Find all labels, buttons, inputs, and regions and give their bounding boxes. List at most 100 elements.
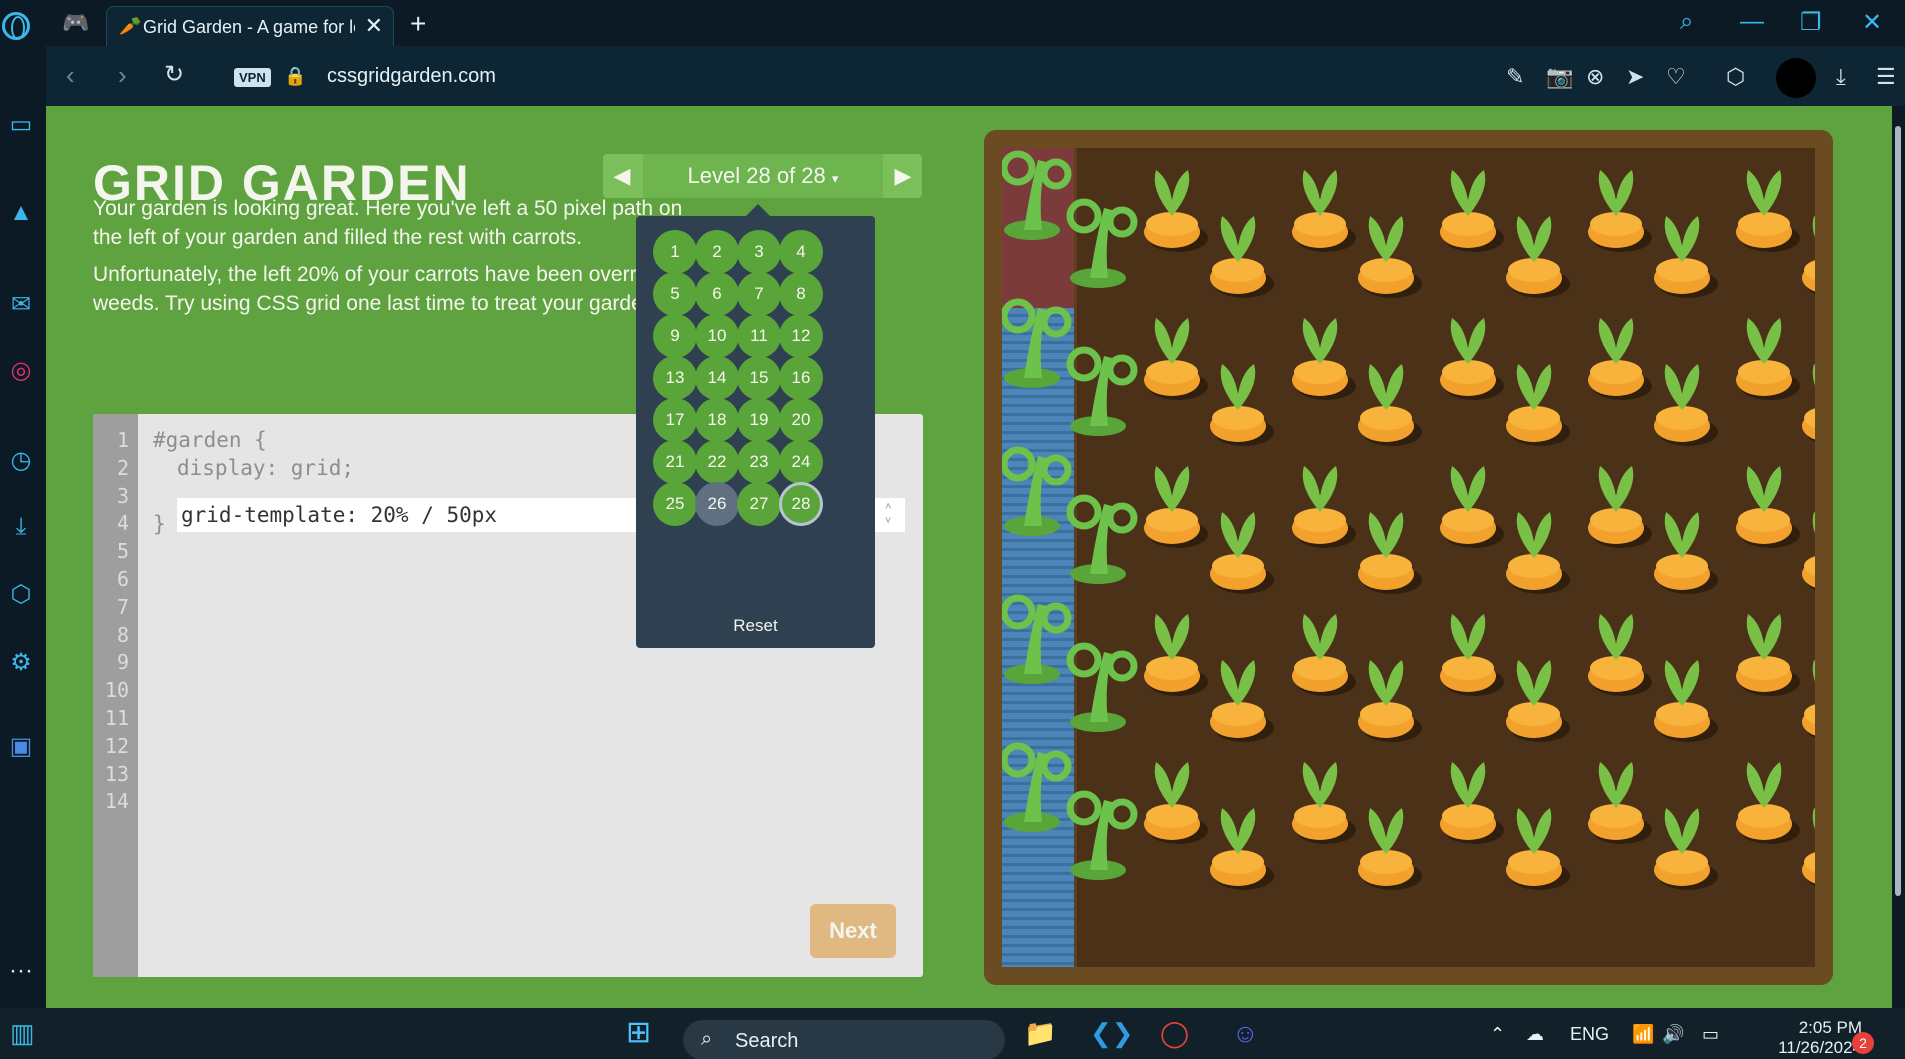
adblock-icon[interactable]: ⊗ [1586,64,1604,90]
downloads-icon[interactable]: ⤓ [6,512,36,542]
browser-tab[interactable]: 🥕 Grid Garden - A game for learning CSS … [106,6,394,46]
clock-date: 11/26/2024 [1778,1038,1862,1057]
level-button-9[interactable]: 9 [653,314,697,358]
language-indicator[interactable]: ENG [1570,1024,1609,1045]
level-button-10[interactable]: 10 [695,314,739,358]
prev-level-button[interactable]: ◀ [603,154,641,198]
line-number: 10 [104,678,129,703]
level-button-14[interactable]: 14 [695,356,739,400]
level-button-25[interactable]: 25 [653,482,697,526]
profile-avatar[interactable] [1776,58,1816,98]
close-tab-button[interactable]: ✕ [365,13,383,39]
level-button-27[interactable]: 27 [737,482,781,526]
start-icon[interactable]: ⊞ [626,1018,651,1048]
level-button-8[interactable]: 8 [779,272,823,316]
level-button-1[interactable]: 1 [653,230,697,274]
level-button-5[interactable]: 5 [653,272,697,316]
camera-icon[interactable]: 📷 [1546,64,1573,90]
level-indicator[interactable]: Level 28 of 28 ▾ [643,154,883,198]
level-button-2[interactable]: 2 [695,230,739,274]
reload-button[interactable]: ↻ [164,62,184,88]
volume-icon[interactable]: 🔊 [1662,1024,1684,1045]
messenger-icon[interactable]: ✉ [6,290,36,320]
heart-icon[interactable]: ♡ [1666,64,1686,90]
search-tabs-icon[interactable]: ⌕ [1680,8,1693,36]
reset-button[interactable]: Reset [636,616,875,636]
next-level-arrow-button[interactable]: ▶ [884,154,922,198]
carrot [1588,614,1652,696]
battery-icon[interactable]: ▭ [1702,1024,1719,1045]
url-field[interactable]: cssgridgarden.com [327,65,496,88]
level-button-22[interactable]: 22 [695,440,739,484]
level-button-15[interactable]: 15 [737,356,781,400]
snapshot-edit-icon[interactable]: ✎ [1506,64,1524,90]
weed [1066,346,1138,436]
input-stepper[interactable]: ˄ ˅ [885,500,899,528]
level-button-11[interactable]: 11 [737,314,781,358]
browser-sidebar: ▭ ▲ ✉ ◎ ◷ ⤓ ⬡ ⚙ ▣ ··· [0,46,46,1008]
download-icon[interactable]: ⤓ [1836,64,1846,90]
scroll-thumb[interactable] [1895,126,1901,896]
close-window-button[interactable]: ✕ [1862,8,1882,37]
level-button-21[interactable]: 21 [653,440,697,484]
back-button[interactable]: ‹ [66,62,75,88]
extensions-cube-icon[interactable]: ⬡ [1726,64,1745,90]
widgets-icon[interactable]: ▥ [10,1020,35,1046]
level-button-7[interactable]: 7 [737,272,781,316]
notification-badge[interactable]: 2 [1852,1032,1874,1054]
restore-button[interactable]: ❐ [1800,8,1822,37]
lock-icon[interactable]: 🔒 [284,66,306,87]
level-button-17[interactable]: 17 [653,398,697,442]
level-button-16[interactable]: 16 [779,356,823,400]
clock[interactable]: 2:05 PM 11/26/2024 [1752,1018,1862,1058]
new-tab-button[interactable]: + [410,8,426,40]
level-button-12[interactable]: 12 [779,314,823,358]
line-number: 2 [116,455,129,480]
aria-icon[interactable]: ▲ [6,198,36,228]
workspaces-icon[interactable]: ▭ [6,110,36,140]
level-button-4[interactable]: 4 [779,230,823,274]
opera-menu-icon[interactable] [2,12,30,40]
carrot [1802,660,1815,738]
opera-taskbar-icon[interactable]: ◯ [1160,1020,1189,1046]
page-scrollbar[interactable] [1892,106,1905,1008]
carrot-favicon-icon: 🥕 [119,16,142,36]
level-button-3[interactable]: 3 [737,230,781,274]
settings-gear-icon[interactable]: ⚙ [6,648,36,678]
level-button-19[interactable]: 19 [737,398,781,442]
level-button-23[interactable]: 23 [737,440,781,484]
level-button-13[interactable]: 13 [653,356,697,400]
garden-frame [984,130,1833,985]
level-button-24[interactable]: 24 [779,440,823,484]
wifi-icon[interactable]: 📶 [1632,1024,1654,1045]
level-button-18[interactable]: 18 [695,398,739,442]
level-button-20[interactable]: 20 [779,398,823,442]
forward-button[interactable]: › [118,62,127,88]
level-button-6[interactable]: 6 [695,272,739,316]
carrot [1802,808,1815,886]
translate-icon[interactable]: ▣ [6,732,36,762]
instagram-icon[interactable]: ◎ [6,356,36,386]
discord-icon[interactable]: ☺ [1232,1020,1259,1046]
file-explorer-icon[interactable]: 📁 [1024,1020,1056,1046]
easy-setup-icon[interactable]: ☰ [1876,64,1896,90]
extensions-icon[interactable]: ⬡ [6,580,36,610]
minimize-button[interactable]: — [1740,8,1764,36]
onedrive-icon[interactable]: ☁ [1526,1024,1544,1045]
carrot [1736,614,1800,696]
carrot [1358,660,1422,742]
level-button-26[interactable]: 26 [695,482,739,526]
gamepad-icon[interactable]: 🎮 [62,12,89,34]
carrot [1506,660,1570,742]
level-button-28[interactable]: 28 [779,482,823,526]
send-icon[interactable]: ➤ [1626,64,1644,90]
taskbar-search[interactable]: ⌕ Search [683,1020,1005,1059]
weed [1066,494,1138,584]
vpn-badge[interactable]: VPN [234,68,271,87]
more-icon[interactable]: ··· [6,956,36,986]
carrot [1736,318,1800,400]
vscode-icon[interactable]: ❮❯ [1090,1020,1134,1046]
tray-chevron-icon[interactable]: ⌃ [1490,1024,1505,1045]
next-button[interactable]: Next [810,904,896,958]
history-icon[interactable]: ◷ [6,446,36,476]
